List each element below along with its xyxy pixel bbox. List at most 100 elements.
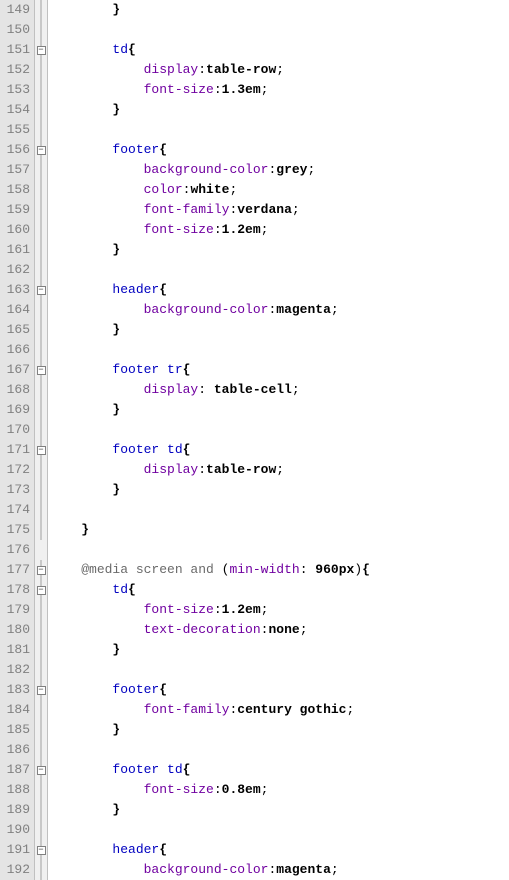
fold-cell bbox=[35, 80, 47, 100]
line-number: 181 bbox=[0, 640, 30, 660]
token-prop: font-size bbox=[144, 82, 214, 97]
fold-cell bbox=[35, 740, 47, 760]
fold-cell[interactable]: − bbox=[35, 140, 47, 160]
code-line[interactable]: background-color:magenta; bbox=[50, 860, 509, 880]
code-line[interactable]: font-family:century gothic; bbox=[50, 700, 509, 720]
code-line[interactable]: font-family:verdana; bbox=[50, 200, 509, 220]
code-line[interactable] bbox=[50, 20, 509, 40]
code-line[interactable]: font-size:1.2em; bbox=[50, 600, 509, 620]
line-number: 156 bbox=[0, 140, 30, 160]
code-line[interactable]: @media screen and (min-width: 960px){ bbox=[50, 560, 509, 580]
token-punct: ; bbox=[276, 62, 284, 77]
code-line[interactable]: footer td{ bbox=[50, 440, 509, 460]
fold-toggle-icon[interactable]: − bbox=[37, 686, 46, 695]
line-number: 152 bbox=[0, 60, 30, 80]
token-punct: ; bbox=[276, 462, 284, 477]
fold-toggle-icon[interactable]: − bbox=[37, 566, 46, 575]
code-line[interactable]: } bbox=[50, 720, 509, 740]
code-line[interactable]: display:table-row; bbox=[50, 460, 509, 480]
line-number: 151 bbox=[0, 40, 30, 60]
fold-toggle-icon[interactable]: − bbox=[37, 146, 46, 155]
line-number: 158 bbox=[0, 180, 30, 200]
token-brace: } bbox=[112, 2, 120, 17]
token-brace: } bbox=[112, 402, 120, 417]
fold-cell bbox=[35, 380, 47, 400]
code-line[interactable]: } bbox=[50, 480, 509, 500]
code-line[interactable] bbox=[50, 740, 509, 760]
fold-cell[interactable]: − bbox=[35, 280, 47, 300]
token-punct: ; bbox=[229, 182, 237, 197]
line-number: 166 bbox=[0, 340, 30, 360]
fold-toggle-icon[interactable]: − bbox=[37, 286, 46, 295]
token-brace: } bbox=[112, 242, 120, 257]
fold-cell bbox=[35, 620, 47, 640]
fold-cell bbox=[35, 100, 47, 120]
code-line[interactable] bbox=[50, 540, 509, 560]
code-line[interactable] bbox=[50, 420, 509, 440]
code-line[interactable]: text-decoration:none; bbox=[50, 620, 509, 640]
code-line[interactable]: header{ bbox=[50, 840, 509, 860]
fold-cell[interactable]: − bbox=[35, 680, 47, 700]
token-value: century gothic bbox=[237, 702, 346, 717]
code-line[interactable]: background-color:grey; bbox=[50, 160, 509, 180]
code-line[interactable]: } bbox=[50, 320, 509, 340]
line-number: 182 bbox=[0, 660, 30, 680]
code-line[interactable]: font-size:0.8em; bbox=[50, 780, 509, 800]
code-line[interactable] bbox=[50, 820, 509, 840]
token-punct: : bbox=[214, 602, 222, 617]
fold-cell bbox=[35, 240, 47, 260]
fold-cell bbox=[35, 460, 47, 480]
fold-cell[interactable]: − bbox=[35, 360, 47, 380]
line-number: 184 bbox=[0, 700, 30, 720]
fold-toggle-icon[interactable]: − bbox=[37, 366, 46, 375]
fold-toggle-icon[interactable]: − bbox=[37, 766, 46, 775]
code-line[interactable] bbox=[50, 660, 509, 680]
fold-cell[interactable]: − bbox=[35, 840, 47, 860]
code-line[interactable]: footer{ bbox=[50, 140, 509, 160]
fold-cell[interactable]: − bbox=[35, 40, 47, 60]
code-line[interactable]: font-size:1.3em; bbox=[50, 80, 509, 100]
code-line[interactable]: } bbox=[50, 800, 509, 820]
code-line[interactable]: } bbox=[50, 400, 509, 420]
code-line[interactable]: } bbox=[50, 520, 509, 540]
code-area[interactable]: } td{ display:table-row; font-size:1.3em… bbox=[48, 0, 509, 880]
code-line[interactable]: background-color:magenta; bbox=[50, 300, 509, 320]
code-line[interactable] bbox=[50, 120, 509, 140]
code-line[interactable]: td{ bbox=[50, 580, 509, 600]
fold-toggle-icon[interactable]: − bbox=[37, 446, 46, 455]
fold-toggle-icon[interactable]: − bbox=[37, 46, 46, 55]
line-number: 173 bbox=[0, 480, 30, 500]
code-line[interactable]: display: table-cell; bbox=[50, 380, 509, 400]
token-prop: display bbox=[144, 382, 199, 397]
token-prop: display bbox=[144, 62, 199, 77]
token-selector: footer bbox=[112, 682, 159, 697]
code-line[interactable]: font-size:1.2em; bbox=[50, 220, 509, 240]
token-selector: header bbox=[112, 282, 159, 297]
fold-toggle-icon[interactable]: − bbox=[37, 586, 46, 595]
line-number: 177 bbox=[0, 560, 30, 580]
code-line[interactable]: } bbox=[50, 100, 509, 120]
fold-cell bbox=[35, 420, 47, 440]
line-number: 192 bbox=[0, 860, 30, 880]
code-line[interactable]: header{ bbox=[50, 280, 509, 300]
code-line[interactable]: td{ bbox=[50, 40, 509, 60]
code-line[interactable]: footer{ bbox=[50, 680, 509, 700]
code-line[interactable]: } bbox=[50, 640, 509, 660]
code-line[interactable]: footer tr{ bbox=[50, 360, 509, 380]
token-punct: ; bbox=[346, 702, 354, 717]
line-number: 161 bbox=[0, 240, 30, 260]
code-line[interactable] bbox=[50, 340, 509, 360]
code-line[interactable]: color:white; bbox=[50, 180, 509, 200]
code-line[interactable]: } bbox=[50, 240, 509, 260]
token-punct: ; bbox=[331, 862, 339, 877]
code-line[interactable] bbox=[50, 260, 509, 280]
fold-cell[interactable]: − bbox=[35, 760, 47, 780]
code-line[interactable]: display:table-row; bbox=[50, 60, 509, 80]
fold-cell[interactable]: − bbox=[35, 560, 47, 580]
code-line[interactable] bbox=[50, 500, 509, 520]
fold-toggle-icon[interactable]: − bbox=[37, 846, 46, 855]
code-line[interactable]: footer td{ bbox=[50, 760, 509, 780]
fold-cell[interactable]: − bbox=[35, 440, 47, 460]
code-line[interactable]: } bbox=[50, 0, 509, 20]
fold-cell[interactable]: − bbox=[35, 580, 47, 600]
